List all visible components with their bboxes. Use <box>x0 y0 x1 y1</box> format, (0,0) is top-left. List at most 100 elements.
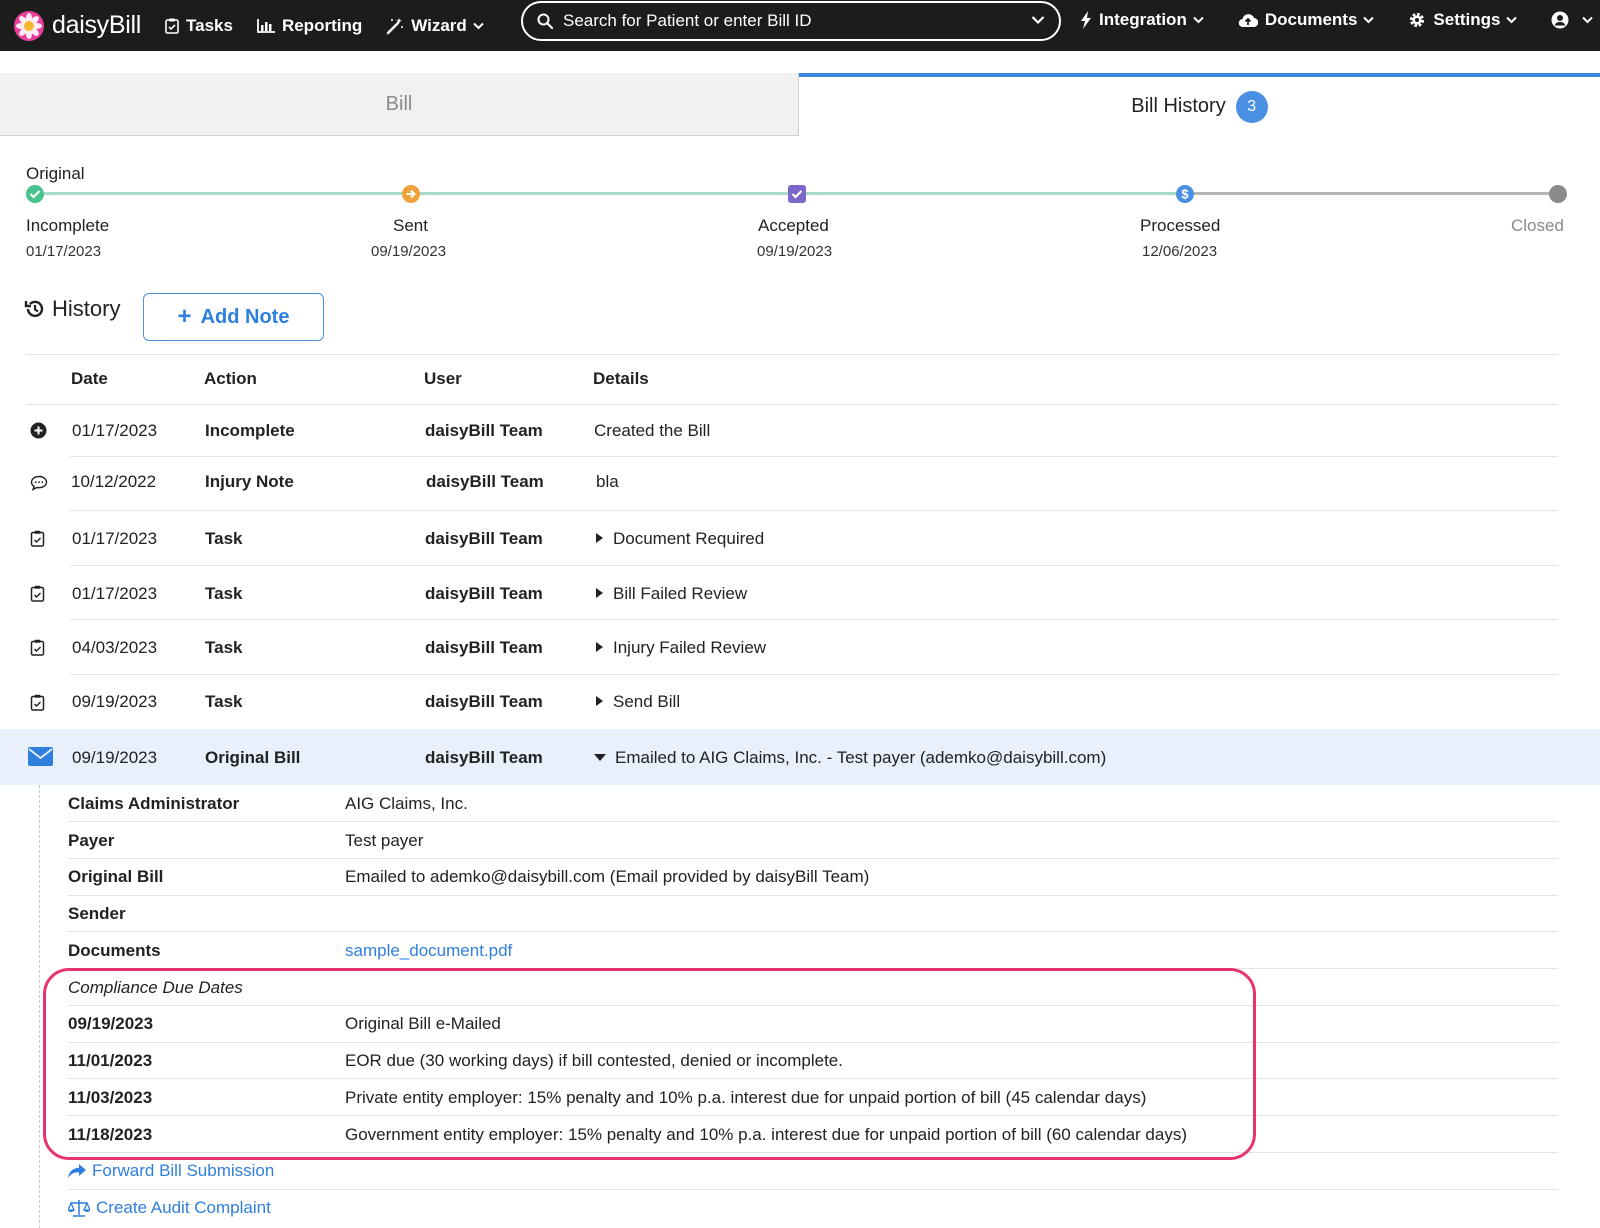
row-details-toggle[interactable]: Document Required <box>596 529 764 549</box>
row-details-toggle[interactable]: Send Bill <box>596 692 680 712</box>
caret-right-icon <box>596 696 603 706</box>
row-action: Task <box>205 692 243 711</box>
tab-bill[interactable]: Bill <box>0 73 799 136</box>
bar-chart-icon <box>257 18 275 33</box>
row-user: daisyBill Team <box>426 472 544 491</box>
row-action: Incomplete <box>205 421 295 440</box>
row-details-toggle[interactable]: Injury Failed Review <box>596 638 766 658</box>
step-processed-dollar-icon: $ <box>1176 185 1194 203</box>
table-row-selected[interactable]: 09/19/2023 Original Bill daisyBill Team … <box>0 729 1600 785</box>
row-user: daisyBill Team <box>425 638 543 657</box>
nav-tasks-label: Tasks <box>186 15 233 35</box>
row-user: daisyBill Team <box>425 421 543 440</box>
caret-right-icon <box>596 642 603 652</box>
svg-text:$: $ <box>1181 187 1189 201</box>
daisy-logo-icon <box>14 10 44 41</box>
table-row[interactable]: 01/17/2023 Incomplete daisyBill Team Cre… <box>0 404 1600 456</box>
tab-bill-history-label: Bill History <box>1131 95 1226 117</box>
patient-search[interactable] <box>521 1 1061 41</box>
row-date: 09/19/2023 <box>72 692 158 711</box>
row-details-toggle[interactable]: Emailed to AIG Claims, Inc. - Test payer… <box>594 748 1106 768</box>
nav-tasks[interactable]: Tasks <box>165 16 233 36</box>
row-action: Original Bill <box>205 748 301 767</box>
step-name-sent: Sent <box>393 216 428 235</box>
detail-guide-line <box>39 785 40 1228</box>
gear-icon <box>1410 12 1425 28</box>
detail-label: Claims Administrator <box>68 794 240 813</box>
nav-documents[interactable]: Documents <box>1238 10 1382 30</box>
user-circle-icon <box>1551 11 1569 29</box>
plus-icon: + <box>177 303 192 330</box>
history-count-badge: 3 <box>1235 90 1268 123</box>
table-row[interactable]: 01/17/2023 Task daisyBill Team Bill Fail… <box>0 565 1600 619</box>
top-navbar: daisyBill Tasks Reporting Wizard Integra… <box>0 0 1600 51</box>
chevron-down-icon[interactable] <box>1031 15 1045 25</box>
row-date: 01/17/2023 <box>72 529 158 548</box>
nav-settings-label: Settings <box>1433 10 1501 29</box>
clipboard-check-icon <box>30 639 45 656</box>
row-details: Document Required <box>613 529 765 548</box>
clipboard-check-icon <box>30 694 45 711</box>
search-input[interactable] <box>563 11 1003 31</box>
row-details: Send Bill <box>613 692 681 711</box>
table-row[interactable]: 09/19/2023 Task daisyBill Team Send Bill <box>0 674 1600 729</box>
forward-bill-submission-label: Forward Bill Submission <box>92 1161 275 1180</box>
add-note-button[interactable]: + Add Note <box>143 293 324 341</box>
create-audit-complaint-link[interactable]: Create Audit Complaint <box>68 1198 271 1218</box>
column-header-user[interactable]: User <box>424 369 462 389</box>
step-date-processed: 12/06/2023 <box>1142 243 1218 260</box>
row-date: 09/19/2023 <box>72 748 158 767</box>
divider <box>68 895 1558 896</box>
magic-wand-icon <box>387 17 404 34</box>
table-row[interactable]: 04/03/2023 Task daisyBill Team Injury Fa… <box>0 619 1600 674</box>
chevron-down-icon <box>1193 16 1204 24</box>
progress-track-pending <box>1185 192 1558 195</box>
tab-bill-history[interactable]: Bill History 3 <box>799 73 1600 136</box>
forward-bill-submission-link[interactable]: Forward Bill Submission <box>68 1161 274 1181</box>
progress-label: Original <box>26 164 85 183</box>
column-header-details[interactable]: Details <box>593 369 649 389</box>
history-clock-icon <box>24 300 44 318</box>
chevron-down-icon <box>1582 16 1594 24</box>
chevron-down-icon <box>1363 16 1375 24</box>
share-arrow-icon <box>68 1164 86 1178</box>
comment-icon <box>30 475 48 491</box>
compliance-highlight-annotation <box>43 968 1256 1160</box>
step-name-incomplete: Incomplete <box>26 216 110 235</box>
envelope-icon <box>28 747 53 766</box>
scale-balance-icon <box>68 1200 90 1217</box>
caret-down-icon <box>594 754 606 761</box>
nav-settings[interactable]: Settings <box>1408 10 1524 30</box>
row-date: 10/12/2022 <box>71 472 157 491</box>
nav-wizard[interactable]: Wizard <box>386 16 491 36</box>
clipboard-check-icon <box>30 585 45 602</box>
step-date-sent: 09/19/2023 <box>371 243 447 260</box>
detail-value: Emailed to ademko@daisybill.com (Email p… <box>345 867 870 886</box>
nav-user-menu[interactable] <box>1551 11 1600 29</box>
detail-value: AIG Claims, Inc. <box>345 794 468 813</box>
nav-reporting[interactable]: Reporting <box>257 16 362 36</box>
step-date-accepted: 09/19/2023 <box>757 243 833 260</box>
nav-reporting-label: Reporting <box>281 15 363 35</box>
row-user: daisyBill Team <box>425 748 543 767</box>
search-icon <box>537 13 553 29</box>
tab-bill-label: Bill <box>385 92 413 115</box>
clipboard-check-icon <box>165 18 179 34</box>
detail-value: Test payer <box>345 831 424 850</box>
step-incomplete-check-icon <box>26 185 44 203</box>
row-date: 04/03/2023 <box>72 638 158 657</box>
column-header-date[interactable]: Date <box>71 369 108 389</box>
brand[interactable]: daisyBill <box>14 10 141 41</box>
step-date-incomplete: 01/17/2023 <box>26 243 102 260</box>
column-header-action[interactable]: Action <box>204 369 257 389</box>
detail-label: Payer <box>68 831 115 850</box>
row-action: Task <box>205 529 243 548</box>
divider <box>68 931 1558 932</box>
row-user: daisyBill Team <box>425 692 543 711</box>
nav-integration[interactable]: Integration <box>1080 10 1211 30</box>
row-details-toggle[interactable]: Bill Failed Review <box>596 584 747 604</box>
table-row[interactable]: 01/17/2023 Task daisyBill Team Document … <box>0 510 1600 565</box>
table-row[interactable]: 10/12/2022 Injury Note daisyBill Team bl… <box>0 456 1600 510</box>
document-link[interactable]: sample_document.pdf <box>345 941 512 961</box>
chevron-down-icon <box>473 22 484 29</box>
